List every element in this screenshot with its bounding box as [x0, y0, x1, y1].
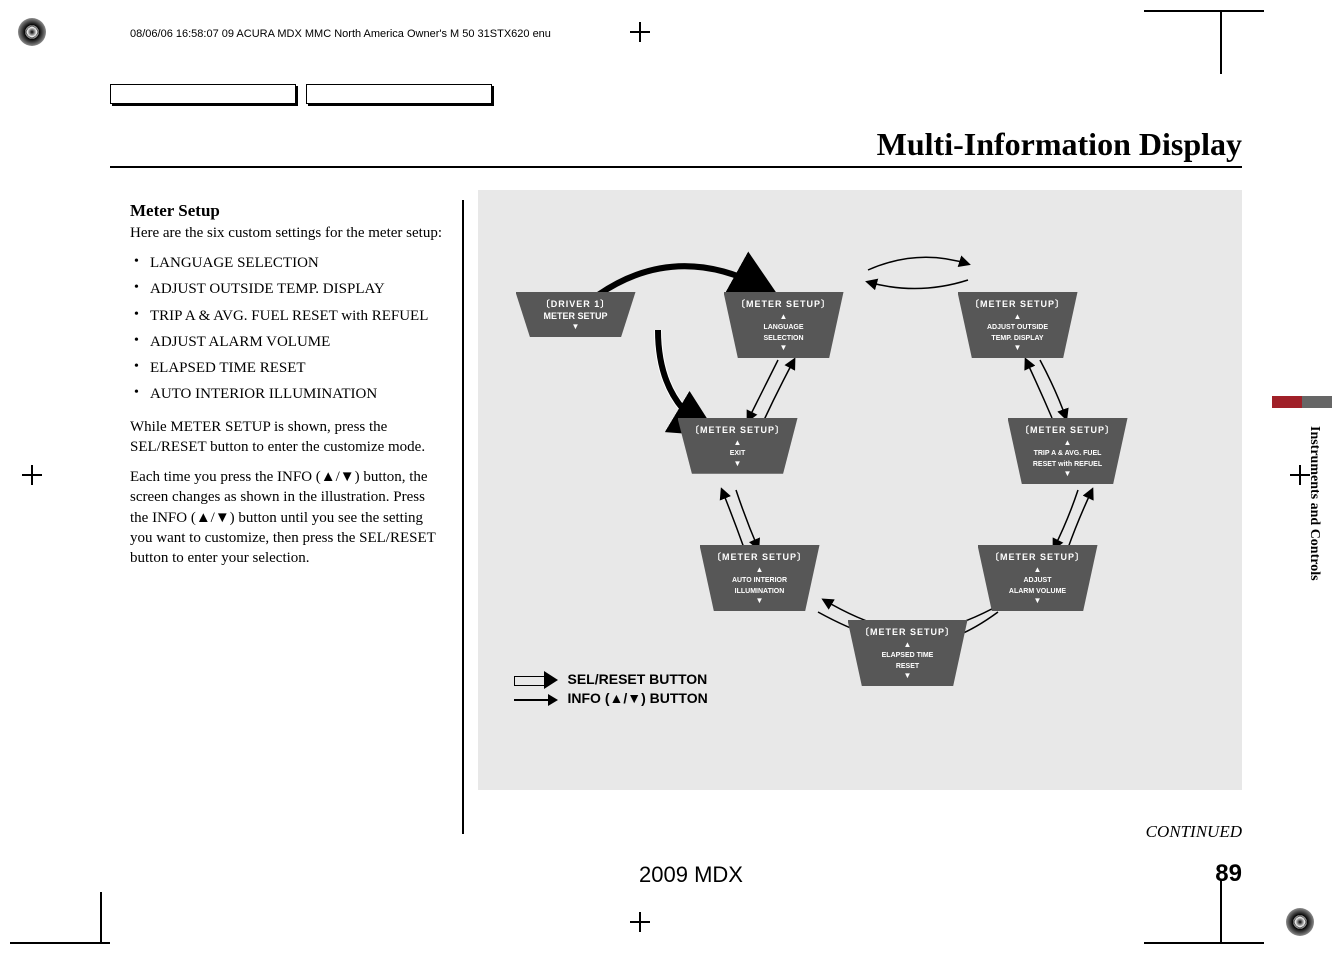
diagram-node-driver: 〔DRIVER 1〕 METER SETUP ▼ [516, 292, 636, 337]
print-header-meta: 08/06/06 16:58:07 09 ACURA MDX MMC North… [130, 28, 551, 40]
settings-list: LANGUAGE SELECTION ADJUST OUTSIDE TEMP. … [130, 253, 444, 405]
registration-cross-left [22, 465, 42, 485]
subheading: Meter Setup [130, 200, 444, 223]
tab-link-box[interactable] [110, 84, 296, 104]
trim-mark [100, 892, 102, 942]
page-title: Multi-Information Display [877, 126, 1242, 163]
trim-mark [1220, 12, 1222, 74]
hollow-arrow-icon [514, 673, 560, 687]
section-thumb-tab: Instruments and Controls [1306, 426, 1322, 581]
diagram-node-elapsed-time: 〔METER SETUP〕 ▲ ELAPSED TIMERESET ▼ [848, 620, 968, 686]
registration-mark-br [1286, 908, 1314, 936]
horizontal-rule [110, 166, 1242, 168]
diagram-node-exit: 〔METER SETUP〕 ▲ EXIT ▼ [678, 418, 798, 474]
thumb-tab-color [1272, 396, 1332, 408]
trim-mark [10, 942, 110, 944]
trim-mark [1144, 10, 1264, 12]
continued-label: CONTINUED [1146, 822, 1242, 842]
list-item: TRIP A & AVG. FUEL RESET with REFUEL [134, 306, 444, 326]
diagram-node-alarm-vol: 〔METER SETUP〕 ▲ ADJUSTALARM VOLUME ▼ [978, 545, 1098, 611]
flow-diagram: 〔DRIVER 1〕 METER SETUP ▼ 〔METER SETUP〕 ▲… [478, 200, 1243, 834]
legend-sel-label: SEL/RESET BUTTON [568, 671, 708, 687]
registration-cross-bottom [630, 912, 650, 932]
intro-paragraph: Here are the six custom settings for the… [130, 223, 444, 243]
registration-cross-top [630, 22, 650, 42]
diagram-node-language: 〔METER SETUP〕 ▲ LANGUAGESELECTION ▼ [724, 292, 844, 358]
diagram-node-temp: 〔METER SETUP〕 ▲ ADJUST OUTSIDETEMP. DISP… [958, 292, 1078, 358]
paragraph: Each time you press the INFO (▲/▼) butto… [130, 467, 444, 568]
column-divider [462, 200, 464, 834]
list-item: ADJUST ALARM VOLUME [134, 332, 444, 352]
page-number: 89 [1215, 860, 1242, 888]
list-item: LANGUAGE SELECTION [134, 253, 444, 273]
tab-link-box[interactable] [306, 84, 492, 104]
list-item: ADJUST OUTSIDE TEMP. DISPLAY [134, 279, 444, 299]
paragraph: While METER SETUP is shown, press the SE… [130, 417, 444, 458]
list-item: AUTO INTERIOR ILLUMINATION [134, 384, 444, 404]
legend-info-label: INFO (▲/▼) BUTTON [568, 690, 708, 706]
diagram-legend: SEL/RESET BUTTON INFO (▲/▼) BUTTON [514, 670, 708, 708]
registration-mark-tl [18, 18, 46, 46]
list-item: ELAPSED TIME RESET [134, 358, 444, 378]
diagram-node-auto-illum: 〔METER SETUP〕 ▲ AUTO INTERIORILLUMINATIO… [700, 545, 820, 611]
diagram-node-fuel: 〔METER SETUP〕 ▲ TRIP A & AVG. FUELRESET … [1008, 418, 1128, 484]
trim-mark [1144, 942, 1264, 944]
thin-arrow-icon [514, 692, 560, 706]
trim-mark [1220, 880, 1222, 942]
footer-model-year: 2009 MDX [639, 862, 743, 888]
